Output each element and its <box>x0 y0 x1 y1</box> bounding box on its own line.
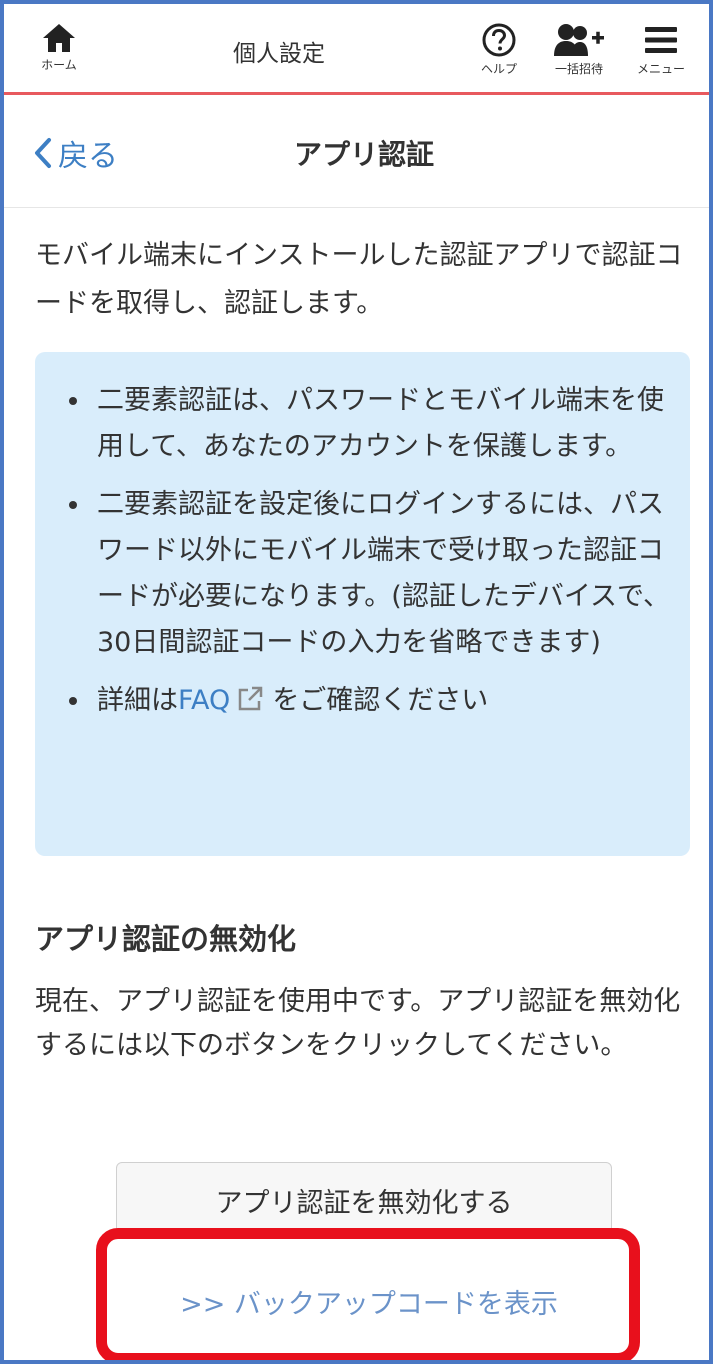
info-item: 二要素認証を設定後にログインするには、パスワード以外にモバイル端末で受け取った認… <box>65 482 670 666</box>
nav-help-label: ヘルプ <box>480 62 517 76</box>
disable-section-text: 現在、アプリ認証を使用中です。アプリ認証を無効化するには以下のボタンをクリックし… <box>35 986 681 1061</box>
nav-home-label: ホーム <box>41 58 77 72</box>
chevron-left-icon <box>35 138 51 168</box>
app-title: 個人設定 <box>233 41 325 67</box>
nav-help[interactable]: ヘルプ <box>470 22 528 77</box>
home-icon <box>43 24 75 52</box>
nav-home[interactable]: ホーム <box>30 22 88 73</box>
back-button[interactable]: 戻る <box>34 131 118 175</box>
nav-menu[interactable]: メニュー <box>626 22 696 77</box>
info-box: 二要素認証は、パスワードとモバイル端末を使用して、あなたのアカウントを保護します… <box>35 352 690 856</box>
info-list: 二要素認証は、パスワードとモバイル端末を使用して、あなたのアカウントを保護します… <box>65 378 670 724</box>
disable-section-heading: アプリ認証の無効化 <box>35 922 297 956</box>
disable-app-auth-button-label: アプリ認証を無効化する <box>215 1188 513 1219</box>
nav-bulk-invite[interactable]: 一括招待 <box>544 22 614 77</box>
nav-menu-label: メニュー <box>636 62 685 76</box>
info-item: 二要素認証は、パスワードとモバイル端末を使用して、あなたのアカウントを保護します… <box>65 378 670 470</box>
faq-link[interactable]: FAQ <box>178 685 230 716</box>
show-backup-code-link[interactable]: >> バックアップコードを表示 <box>114 1282 624 1321</box>
info-item-faq: 詳細はFAQ をご確認ください <box>65 678 670 724</box>
top-nav-bar: ホーム 個人設定 ヘルプ 一括招待 メニュー <box>4 4 709 95</box>
page-header: 戻る アプリ認証 <box>4 95 709 208</box>
help-icon <box>482 23 516 57</box>
page-title: アプリ認証 <box>293 138 434 171</box>
back-button-label: 戻る <box>58 139 118 174</box>
nav-bulk-invite-label: 一括招待 <box>554 62 603 76</box>
app-frame: ホーム 個人設定 ヘルプ 一括招待 メニュー 戻る アプリ認証 モバイル端末にイ… <box>0 0 713 1364</box>
external-link-icon[interactable] <box>236 685 264 713</box>
menu-icon <box>645 27 677 53</box>
faq-suffix: をご確認ください <box>272 685 489 716</box>
faq-prefix: 詳細は <box>97 685 178 716</box>
disable-app-auth-button[interactable]: アプリ認証を無効化する <box>116 1162 612 1236</box>
invite-users-icon <box>554 24 604 56</box>
intro-text: モバイル端末にインストールした認証アプリで認証コードを取得し、認証します。 <box>35 240 683 319</box>
